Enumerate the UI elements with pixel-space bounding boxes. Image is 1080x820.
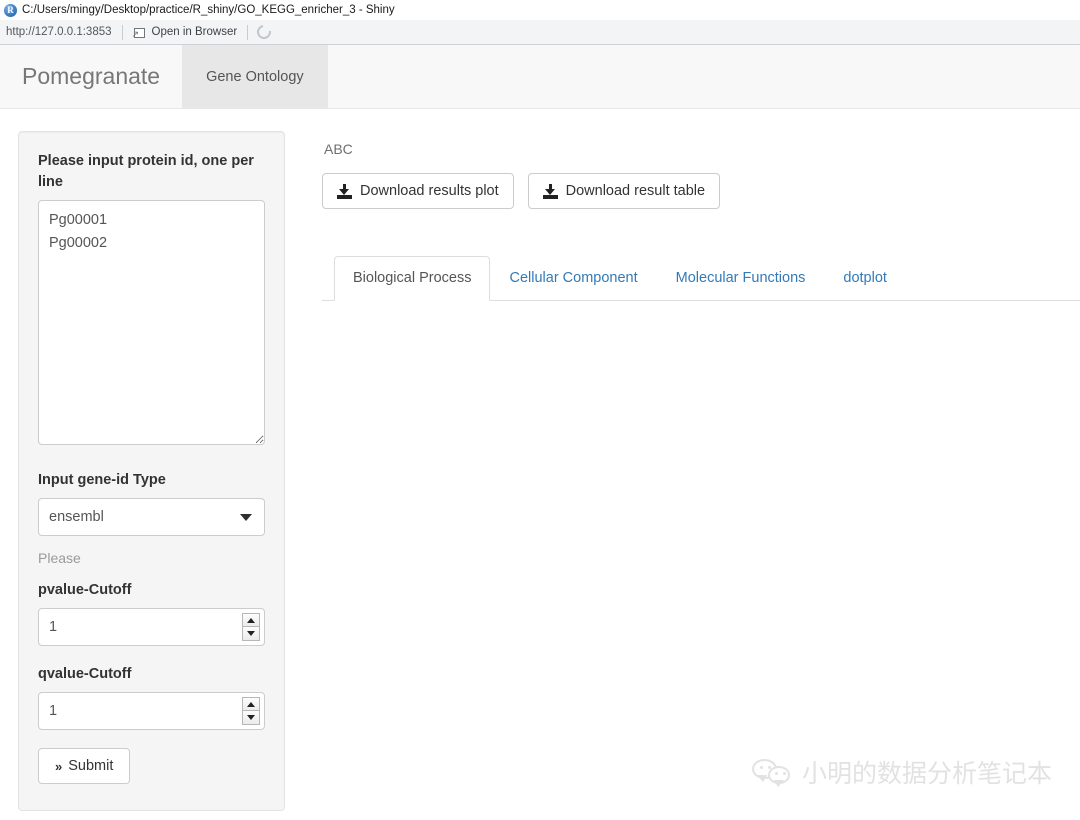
pvalue-cutoff-input[interactable] <box>38 608 265 647</box>
sidebar-column: Please input protein id, one per line Pg… <box>0 131 300 811</box>
results-tabstrip: Biological Process Cellular Component Mo… <box>322 255 1080 301</box>
tab-cellular-component[interactable]: Cellular Component <box>490 256 656 301</box>
toolbar-divider-2 <box>247 24 249 40</box>
help-text: Please <box>38 550 81 567</box>
qvalue-stepper-up[interactable] <box>242 697 260 712</box>
navbar-brand[interactable]: Pomegranate <box>0 45 182 108</box>
download-result-table-label: Download result table <box>565 183 706 199</box>
tab-molecular-functions[interactable]: Molecular Functions <box>657 256 825 301</box>
download-button-row: Download results plot Download result ta… <box>322 173 1080 209</box>
qvalue-stepper-down[interactable] <box>242 711 260 726</box>
open-in-browser-label: Open in Browser <box>151 26 238 38</box>
pvalue-stepper-down[interactable] <box>242 627 260 642</box>
refresh-icon[interactable] <box>254 22 274 42</box>
tab-label: Cellular Component <box>509 270 638 286</box>
download-result-table-button[interactable]: Download result table <box>527 173 721 209</box>
main-column: ABC Download results plot Download resul… <box>300 131 1080 811</box>
window-title: C:/Users/mingy/Desktop/practice/R_shiny/… <box>22 4 395 16</box>
tab-label: Biological Process <box>353 270 472 286</box>
rstudio-r-icon: R <box>4 3 17 17</box>
submit-button[interactable]: » Submit <box>38 748 131 785</box>
external-link-icon: ↗ <box>132 26 146 39</box>
tab-content-panel <box>322 301 1080 501</box>
toolbar-divider-1 <box>121 24 123 40</box>
watermark: 小明的数据分析笔记本 <box>751 754 1052 790</box>
pvalue-cutoff-wrap <box>38 608 265 647</box>
viewer-toolbar: http://127.0.0.1:3853 ↗ Open in Browser <box>0 20 1080 45</box>
download-icon <box>337 183 352 199</box>
open-in-browser-button[interactable]: ↗ Open in Browser <box>132 26 248 39</box>
gene-id-type-label: Input gene-id Type <box>38 472 166 489</box>
qvalue-cutoff-wrap <box>38 692 265 731</box>
protein-id-textarea[interactable]: Pg00001 Pg00002 <box>38 200 265 446</box>
qvalue-cutoff-label: qvalue-Cutoff <box>38 666 132 683</box>
double-chevron-right-icon: » <box>55 758 62 774</box>
tab-label: dotplot <box>843 270 887 286</box>
page-body: Please input protein id, one per line Pg… <box>0 109 1080 811</box>
download-results-plot-button[interactable]: Download results plot <box>322 173 514 209</box>
address-label[interactable]: http://127.0.0.1:3853 <box>6 26 122 38</box>
navbar-tab-label: Gene Ontology <box>206 68 304 85</box>
sidebar-panel: Please input protein id, one per line Pg… <box>18 131 285 811</box>
protein-input-label: Please input protein id, one per line <box>38 153 254 191</box>
wechat-icon <box>751 759 792 787</box>
pvalue-stepper[interactable] <box>242 613 260 642</box>
tab-biological-process[interactable]: Biological Process <box>334 256 491 301</box>
qvalue-cutoff-input[interactable] <box>38 692 265 731</box>
gene-id-type-select-wrap: ensembl <box>38 498 265 537</box>
tab-label: Molecular Functions <box>675 270 806 286</box>
qvalue-stepper[interactable] <box>242 697 260 726</box>
navbar-tab-gene-ontology[interactable]: Gene Ontology <box>182 45 328 108</box>
watermark-text: 小明的数据分析笔记本 <box>801 759 1052 788</box>
gene-id-type-select[interactable]: ensembl <box>38 498 265 537</box>
download-icon <box>542 183 558 199</box>
window-titlebar: R C:/Users/mingy/Desktop/practice/R_shin… <box>0 0 1080 20</box>
download-results-plot-label: Download results plot <box>360 183 499 199</box>
tab-dotplot[interactable]: dotplot <box>824 256 906 301</box>
app-navbar: Pomegranate Gene Ontology <box>0 45 1080 109</box>
pvalue-stepper-up[interactable] <box>242 613 260 628</box>
status-text: ABC <box>324 141 353 157</box>
submit-button-label: Submit <box>68 758 114 775</box>
pvalue-cutoff-label: pvalue-Cutoff <box>38 582 132 599</box>
